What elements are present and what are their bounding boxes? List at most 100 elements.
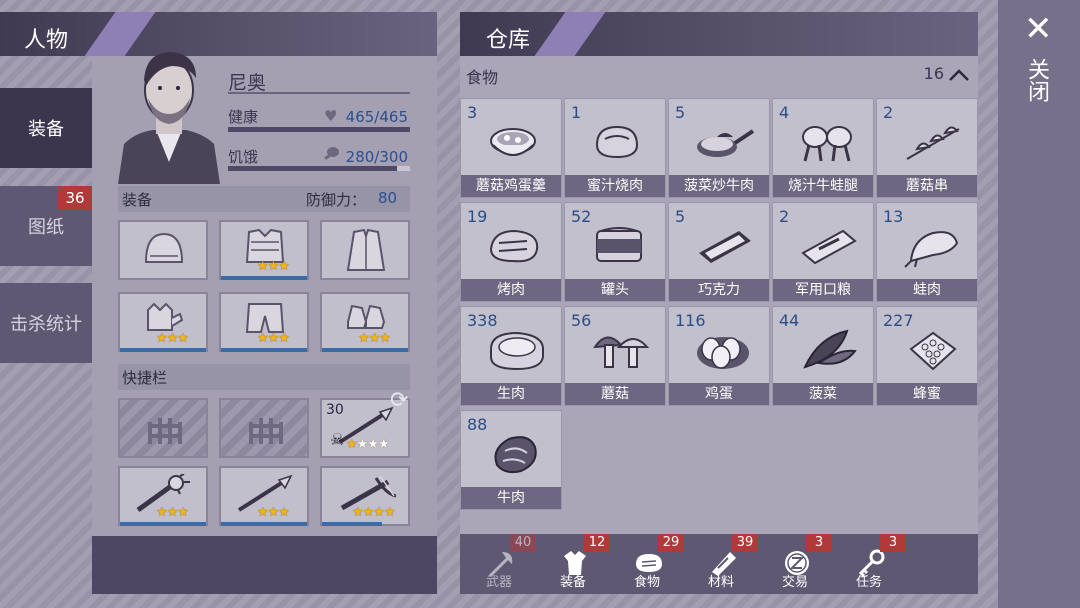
quickbar-slot-6[interactable]: ★★★★ bbox=[320, 466, 410, 526]
can-icon bbox=[596, 227, 642, 262]
tab-trade[interactable]: 3 交易 bbox=[758, 534, 832, 594]
quickbar-section-bar: 快捷栏 bbox=[118, 364, 410, 390]
equip-slot-feet[interactable]: ★★★ bbox=[320, 292, 410, 352]
item-tile[interactable]: 1 蜜汁烧肉 bbox=[564, 98, 666, 198]
tab-kill-stats[interactable]: 击杀统计 bbox=[0, 283, 92, 363]
chevron-up-icon[interactable] bbox=[948, 68, 970, 82]
frog-legs-icon bbox=[802, 126, 852, 162]
close-label[interactable]: 关闭 bbox=[1024, 58, 1052, 102]
equip-slot-body[interactable]: ★★★ bbox=[219, 220, 309, 280]
item-tile[interactable]: 56 蘑菇 bbox=[564, 306, 666, 406]
grilled-meat-icon bbox=[489, 229, 539, 263]
equip-slot-outer[interactable] bbox=[320, 220, 410, 280]
item-name: 蘑菇 bbox=[565, 383, 665, 405]
tab-equipment[interactable]: 装备 bbox=[0, 88, 92, 168]
tab-badge: 39 bbox=[732, 534, 758, 552]
equip-slot-head[interactable] bbox=[118, 220, 208, 280]
name-underline bbox=[228, 92, 410, 94]
star-rating: ★★★ bbox=[257, 259, 290, 274]
roast-meat-icon bbox=[595, 125, 639, 159]
tab-blueprints-label: 图纸 bbox=[28, 217, 64, 238]
item-tile[interactable]: 3 蘑菇鸡蛋羹 bbox=[460, 98, 562, 198]
item-name: 军用口粮 bbox=[773, 279, 873, 301]
quickbar-slot-4[interactable]: ★★★ bbox=[118, 466, 208, 526]
quickbar-slot-5[interactable]: ★★★ bbox=[219, 466, 309, 526]
equip-slot-hands[interactable]: ★★★ bbox=[118, 292, 208, 352]
swap-icon[interactable]: ⟳ bbox=[390, 388, 408, 413]
star-rating: ★★★★ bbox=[346, 437, 390, 452]
item-name: 蘑菇鸡蛋羹 bbox=[461, 175, 561, 197]
item-tile[interactable]: 4 烧汁牛蛙腿 bbox=[772, 98, 874, 198]
tab-badge: 29 bbox=[658, 534, 684, 552]
item-name: 烤肉 bbox=[461, 279, 561, 301]
item-tile[interactable]: 44 菠菜 bbox=[772, 306, 874, 406]
item-tile[interactable]: 338 生肉 bbox=[460, 306, 562, 406]
durability-bar bbox=[120, 348, 206, 352]
item-quantity: 5 bbox=[675, 103, 686, 122]
tab-weapons[interactable]: 40 武器 bbox=[462, 534, 536, 594]
quickbar-slot-3[interactable]: 30 ☠ ★★★★ ⟳ bbox=[320, 388, 410, 458]
character-name: 尼奥 bbox=[228, 72, 267, 94]
item-quantity: 56 bbox=[571, 311, 592, 330]
tab-label: 武器 bbox=[485, 575, 512, 590]
durability-bar bbox=[221, 276, 307, 280]
equipment-label: 装备 bbox=[122, 191, 153, 209]
item-quantity: 44 bbox=[779, 311, 800, 330]
item-name: 菠菜 bbox=[773, 383, 873, 405]
warehouse-title: 仓库 bbox=[486, 28, 531, 53]
tab-materials[interactable]: 39 材料 bbox=[684, 534, 758, 594]
item-quantity: 2 bbox=[883, 103, 894, 122]
item-name: 鸡蛋 bbox=[669, 383, 769, 405]
item-name: 蜂蜜 bbox=[877, 383, 977, 405]
item-quantity: 19 bbox=[467, 207, 488, 226]
item-tile[interactable]: 5 巧克力 bbox=[668, 202, 770, 302]
tab-badge: 40 bbox=[510, 534, 536, 552]
tab-food[interactable]: 29 食物 bbox=[610, 534, 684, 594]
ration-icon bbox=[801, 229, 857, 265]
item-tile[interactable]: 19 烤肉 bbox=[460, 202, 562, 302]
tab-quests[interactable]: 3 任务 bbox=[832, 534, 906, 594]
character-footer bbox=[92, 536, 437, 594]
category-header-food[interactable]: 食物 16 bbox=[460, 62, 978, 88]
item-quantity: 2 bbox=[779, 207, 790, 226]
item-tile[interactable]: 52 罐头 bbox=[564, 202, 666, 302]
equip-slot-legs[interactable]: ★★★ bbox=[219, 292, 309, 352]
tab-badge: 3 bbox=[880, 534, 906, 552]
item-tile[interactable]: 2 蘑菇串 bbox=[876, 98, 978, 198]
health-bar bbox=[228, 127, 410, 132]
item-quantity: 52 bbox=[571, 207, 592, 226]
star-rating: ★★★ bbox=[156, 331, 189, 346]
tab-label: 食物 bbox=[633, 575, 660, 590]
item-name: 牛肉 bbox=[461, 487, 561, 509]
item-tile[interactable]: 13 蛙肉 bbox=[876, 202, 978, 302]
item-quantity: 88 bbox=[467, 415, 488, 434]
spinach-icon bbox=[803, 329, 857, 369]
close-icon[interactable]: ✕ bbox=[1024, 12, 1053, 46]
item-name: 蜜汁烧肉 bbox=[565, 175, 665, 197]
jacket-icon bbox=[346, 228, 386, 271]
character-panel-title: 人物 bbox=[24, 28, 69, 53]
beef-icon bbox=[494, 436, 537, 474]
item-tile[interactable]: 5 菠菜炒牛肉 bbox=[668, 98, 770, 198]
star-rating: ★★★ bbox=[257, 505, 290, 520]
tab-equipment[interactable]: 12 装备 bbox=[536, 534, 610, 594]
eggs-icon bbox=[697, 337, 749, 369]
tab-label: 材料 bbox=[707, 575, 734, 590]
fence-icon bbox=[148, 418, 182, 444]
chocolate-bar-icon bbox=[699, 231, 751, 263]
item-tile[interactable]: 116 鸡蛋 bbox=[668, 306, 770, 406]
item-tile[interactable]: 2 军用口粮 bbox=[772, 202, 874, 302]
durability-bar bbox=[322, 522, 382, 526]
item-tile[interactable]: 88 牛肉 bbox=[460, 410, 562, 510]
tab-badge: 12 bbox=[584, 534, 610, 552]
star-rating: ★★★ bbox=[257, 331, 290, 346]
tab-blueprints[interactable]: 图纸 36 bbox=[0, 186, 92, 266]
item-name: 烧汁牛蛙腿 bbox=[773, 175, 873, 197]
mushroom-icon bbox=[593, 336, 650, 368]
tab-label: 交易 bbox=[781, 575, 808, 590]
star-rating: ★★★ bbox=[156, 505, 189, 520]
item-tile[interactable]: 227 蜂蜜 bbox=[876, 306, 978, 406]
skull-icon: ☠ bbox=[330, 430, 345, 449]
defense-value: 80 bbox=[378, 189, 398, 207]
frog-meat-icon bbox=[904, 231, 959, 268]
